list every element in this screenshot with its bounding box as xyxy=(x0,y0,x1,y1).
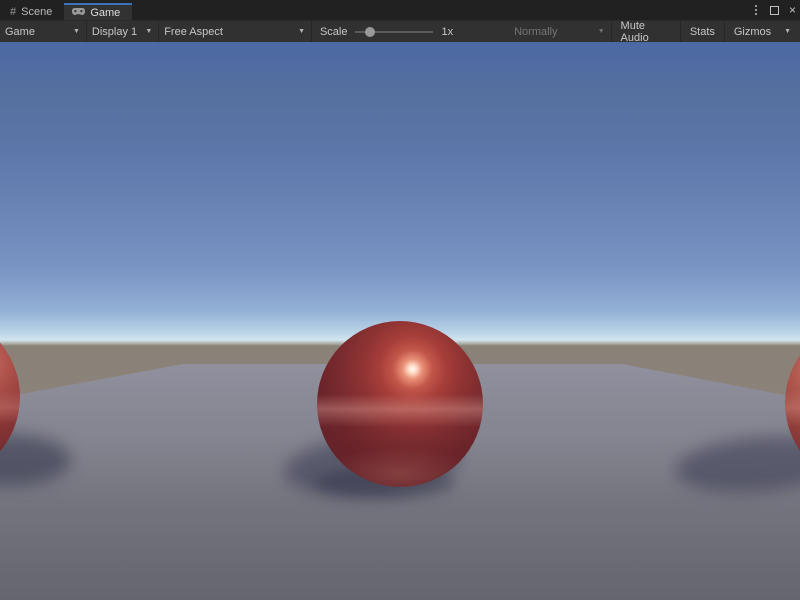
play-mode-dropdown[interactable]: Normally ▼ xyxy=(509,21,611,42)
chevron-down-icon: ▼ xyxy=(598,28,605,35)
chevron-down-icon: ▼ xyxy=(145,28,152,35)
tab-game[interactable]: Game xyxy=(64,3,132,20)
scale-slider[interactable] xyxy=(355,26,433,38)
close-icon[interactable]: × xyxy=(789,4,796,16)
panel-menu-icon[interactable] xyxy=(752,3,760,17)
view-type-dropdown[interactable]: Game ▼ xyxy=(0,21,86,42)
game-view-panel: # Scene Game × Game ▼ Display xyxy=(0,0,800,600)
aspect-ratio-dropdown[interactable]: Free Aspect ▼ xyxy=(159,21,311,42)
red-sphere-center xyxy=(317,321,483,487)
display-dropdown[interactable]: Display 1 ▼ xyxy=(87,21,158,42)
mute-audio-button[interactable]: Mute Audio xyxy=(612,21,680,42)
chevron-down-icon[interactable]: ▼ xyxy=(779,28,796,35)
scale-label: Scale xyxy=(320,26,348,38)
gamepad-icon xyxy=(72,7,85,19)
tab-scene[interactable]: # Scene xyxy=(2,3,64,20)
tab-bar: # Scene Game × xyxy=(0,0,800,20)
gizmos-button[interactable]: Gizmos ▼ xyxy=(725,21,800,42)
scale-control: Scale 1x xyxy=(312,21,461,42)
chevron-down-icon: ▼ xyxy=(298,28,305,35)
game-render-viewport[interactable] xyxy=(0,42,800,600)
scale-value: 1x xyxy=(441,26,453,38)
tab-scene-label: Scene xyxy=(21,6,52,18)
stats-button[interactable]: Stats xyxy=(681,21,724,42)
maximize-icon[interactable] xyxy=(770,6,779,15)
game-view-toolbar: Game ▼ Display 1 ▼ Free Aspect ▼ Scale 1… xyxy=(0,20,800,42)
slider-knob[interactable] xyxy=(365,27,375,37)
chevron-down-icon: ▼ xyxy=(73,28,80,35)
tab-game-label: Game xyxy=(90,7,120,19)
grid-icon: # xyxy=(10,6,16,18)
